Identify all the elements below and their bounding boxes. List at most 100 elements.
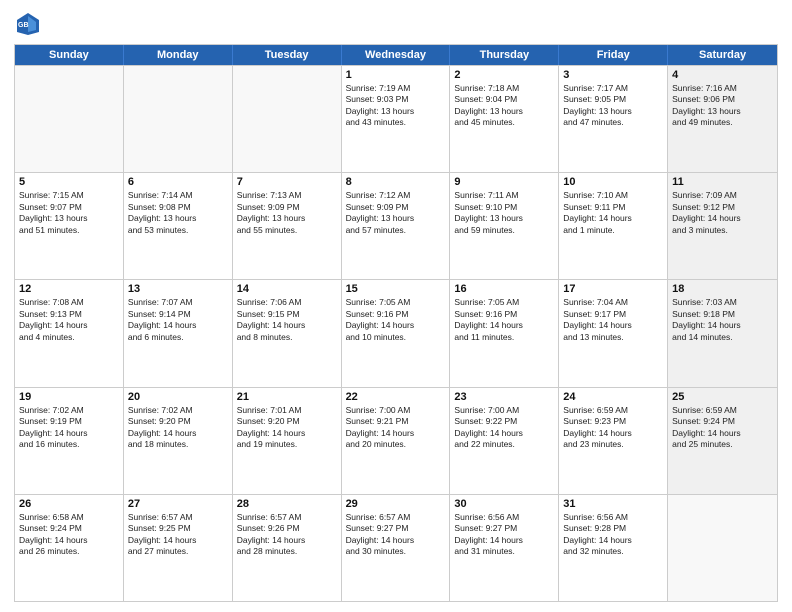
cell-info-line: Sunrise: 6:57 AM bbox=[128, 512, 228, 523]
calendar-body: 1Sunrise: 7:19 AMSunset: 9:03 PMDaylight… bbox=[15, 65, 777, 601]
calendar-cell: 28Sunrise: 6:57 AMSunset: 9:26 PMDayligh… bbox=[233, 495, 342, 601]
cell-info-line: Sunset: 9:28 PM bbox=[563, 523, 663, 534]
cell-info-line: Sunset: 9:19 PM bbox=[19, 416, 119, 427]
day-number: 20 bbox=[128, 391, 228, 403]
calendar-cell: 5Sunrise: 7:15 AMSunset: 9:07 PMDaylight… bbox=[15, 173, 124, 279]
cell-info-line: Sunset: 9:18 PM bbox=[672, 309, 773, 320]
calendar-cell: 10Sunrise: 7:10 AMSunset: 9:11 PMDayligh… bbox=[559, 173, 668, 279]
cell-info-line: Sunrise: 6:58 AM bbox=[19, 512, 119, 523]
cell-info-line: Sunrise: 6:57 AM bbox=[237, 512, 337, 523]
cell-info-line: and 22 minutes. bbox=[454, 439, 554, 450]
calendar-cell: 25Sunrise: 6:59 AMSunset: 9:24 PMDayligh… bbox=[668, 388, 777, 494]
cell-info-line: Sunset: 9:27 PM bbox=[454, 523, 554, 534]
day-number: 21 bbox=[237, 391, 337, 403]
weekday-header: Tuesday bbox=[233, 45, 342, 65]
cell-info-line: Daylight: 14 hours bbox=[128, 535, 228, 546]
cell-info-line: Daylight: 13 hours bbox=[346, 106, 446, 117]
cell-info-line: and 27 minutes. bbox=[128, 546, 228, 557]
cell-info-line: and 43 minutes. bbox=[346, 117, 446, 128]
cell-info-line: Sunrise: 7:09 AM bbox=[672, 190, 773, 201]
cell-info-line: Daylight: 14 hours bbox=[454, 320, 554, 331]
calendar-cell: 11Sunrise: 7:09 AMSunset: 9:12 PMDayligh… bbox=[668, 173, 777, 279]
calendar-cell: 16Sunrise: 7:05 AMSunset: 9:16 PMDayligh… bbox=[450, 280, 559, 386]
cell-info-line: Sunset: 9:23 PM bbox=[563, 416, 663, 427]
page: GB SundayMondayTuesdayWednesdayThursdayF… bbox=[0, 0, 792, 612]
cell-info-line: Sunrise: 7:01 AM bbox=[237, 405, 337, 416]
cell-info-line: Sunrise: 7:14 AM bbox=[128, 190, 228, 201]
calendar-cell: 3Sunrise: 7:17 AMSunset: 9:05 PMDaylight… bbox=[559, 66, 668, 172]
logo: GB bbox=[14, 10, 46, 38]
cell-info-line: Sunrise: 7:16 AM bbox=[672, 83, 773, 94]
cell-info-line: Sunset: 9:10 PM bbox=[454, 202, 554, 213]
cell-info-line: Daylight: 14 hours bbox=[346, 320, 446, 331]
cell-info-line: and 16 minutes. bbox=[19, 439, 119, 450]
calendar-cell: 21 Sunrise: 7:01 AMSunset: 9:20 PMDayligh… bbox=[233, 388, 342, 494]
cell-info-line: and 3 minutes. bbox=[672, 225, 773, 236]
cell-info-line: and 47 minutes. bbox=[563, 117, 663, 128]
day-number: 19 bbox=[19, 391, 119, 403]
cell-info-line: Sunrise: 7:11 AM bbox=[454, 190, 554, 201]
day-number: 17 bbox=[563, 283, 663, 295]
cell-info-line: and 30 minutes. bbox=[346, 546, 446, 557]
calendar-row: 26Sunrise: 6:58 AMSunset: 9:24 PMDayligh… bbox=[15, 494, 777, 601]
cell-info-line: Sunset: 9:04 PM bbox=[454, 94, 554, 105]
cell-info-line: Daylight: 14 hours bbox=[19, 428, 119, 439]
calendar-cell: 7Sunrise: 7:13 AMSunset: 9:09 PMDaylight… bbox=[233, 173, 342, 279]
cell-info-line: Sunrise: 7:02 AM bbox=[128, 405, 228, 416]
day-number: 15 bbox=[346, 283, 446, 295]
cell-info-line: and 6 minutes. bbox=[128, 332, 228, 343]
cell-info-line: and 28 minutes. bbox=[237, 546, 337, 557]
cell-info-line: Sunset: 9:24 PM bbox=[672, 416, 773, 427]
cell-info-line: and 4 minutes. bbox=[19, 332, 119, 343]
cell-info-line: and 32 minutes. bbox=[563, 546, 663, 557]
cell-info-line: Sunset: 9:12 PM bbox=[672, 202, 773, 213]
cell-info-line: Sunset: 9:20 PM bbox=[237, 416, 337, 427]
cell-info-line: Sunset: 9:27 PM bbox=[346, 523, 446, 534]
cell-info-line: and 14 minutes. bbox=[672, 332, 773, 343]
cell-info-line: Sunrise: 6:59 AM bbox=[563, 405, 663, 416]
cell-info-line: and 10 minutes. bbox=[346, 332, 446, 343]
cell-info-line: and 57 minutes. bbox=[346, 225, 446, 236]
calendar-cell: 31Sunrise: 6:56 AMSunset: 9:28 PMDayligh… bbox=[559, 495, 668, 601]
calendar-cell: 15Sunrise: 7:05 AMSunset: 9:16 PMDayligh… bbox=[342, 280, 451, 386]
cell-info-line: Sunset: 9:20 PM bbox=[128, 416, 228, 427]
calendar-cell: 8Sunrise: 7:12 AMSunset: 9:09 PMDaylight… bbox=[342, 173, 451, 279]
calendar-cell bbox=[233, 66, 342, 172]
day-number: 12 bbox=[19, 283, 119, 295]
weekday-header: Thursday bbox=[450, 45, 559, 65]
day-number: 31 bbox=[563, 498, 663, 510]
cell-info-line: Sunset: 9:03 PM bbox=[346, 94, 446, 105]
calendar-cell: 27Sunrise: 6:57 AMSunset: 9:25 PMDayligh… bbox=[124, 495, 233, 601]
header: GB bbox=[14, 10, 778, 38]
cell-info-line: and 45 minutes. bbox=[454, 117, 554, 128]
day-number: 16 bbox=[454, 283, 554, 295]
cell-info-line: and 11 minutes. bbox=[454, 332, 554, 343]
weekday-header: Sunday bbox=[15, 45, 124, 65]
day-number: 8 bbox=[346, 176, 446, 188]
day-number: 4 bbox=[672, 69, 773, 81]
day-number: 26 bbox=[19, 498, 119, 510]
cell-info-line: and 23 minutes. bbox=[563, 439, 663, 450]
calendar-row: 5Sunrise: 7:15 AMSunset: 9:07 PMDaylight… bbox=[15, 172, 777, 279]
cell-info-line: and 49 minutes. bbox=[672, 117, 773, 128]
day-number: 23 bbox=[454, 391, 554, 403]
cell-info-line: Daylight: 14 hours bbox=[563, 535, 663, 546]
weekday-header: Monday bbox=[124, 45, 233, 65]
cell-info-line: and 55 minutes. bbox=[237, 225, 337, 236]
day-number: 22 bbox=[346, 391, 446, 403]
day-number: 5 bbox=[19, 176, 119, 188]
calendar-cell: 9Sunrise: 7:11 AMSunset: 9:10 PMDaylight… bbox=[450, 173, 559, 279]
day-number: 18 bbox=[672, 283, 773, 295]
cell-info-line: Sunset: 9:11 PM bbox=[563, 202, 663, 213]
cell-info-line: Daylight: 14 hours bbox=[237, 428, 337, 439]
cell-info-line: Sunrise: 7:15 AM bbox=[19, 190, 119, 201]
cell-info-line: Sunrise: 7:05 AM bbox=[454, 297, 554, 308]
cell-info-line: Daylight: 13 hours bbox=[672, 106, 773, 117]
day-number: 14 bbox=[237, 283, 337, 295]
day-number: 7 bbox=[237, 176, 337, 188]
calendar-cell: 30Sunrise: 6:56 AMSunset: 9:27 PMDayligh… bbox=[450, 495, 559, 601]
cell-info-line: Sunrise: 6:57 AM bbox=[346, 512, 446, 523]
cell-info-line: Sunset: 9:09 PM bbox=[346, 202, 446, 213]
cell-info-line: and 51 minutes. bbox=[19, 225, 119, 236]
cell-info-line: Sunset: 9:22 PM bbox=[454, 416, 554, 427]
